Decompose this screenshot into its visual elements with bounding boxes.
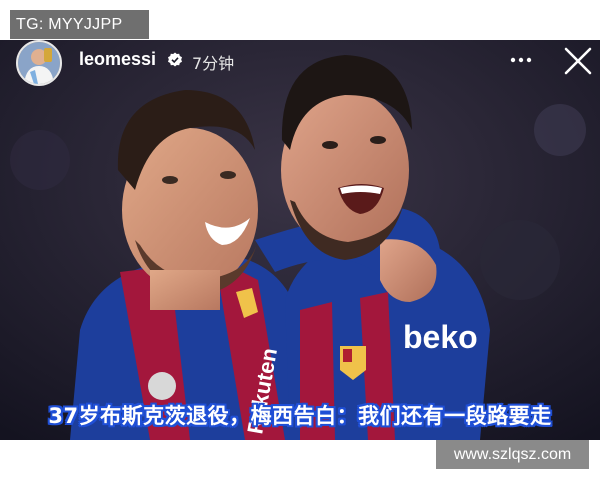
tg-watermark: TG: MYYJJPP: [10, 10, 149, 39]
site-watermark: www.szlqsz.com: [436, 440, 589, 469]
username[interactable]: leomessi: [79, 49, 156, 70]
verified-badge-icon: [168, 52, 182, 67]
more-options-icon[interactable]: [508, 52, 534, 68]
story-header: leomessi 7分钟: [0, 40, 600, 86]
avatar[interactable]: [16, 40, 62, 86]
story-viewer: beko Rakuten leomessi 7分钟 37岁布斯克茨退役，梅西告白…: [0, 40, 600, 440]
story-photo: beko Rakuten: [0, 40, 600, 440]
news-caption: 37岁布斯克茨退役，梅西告白：我们还有一段路要走: [48, 404, 552, 428]
close-icon[interactable]: [562, 45, 594, 77]
post-time: 7分钟: [192, 54, 235, 73]
jersey-sponsor-beko: beko: [403, 319, 478, 355]
